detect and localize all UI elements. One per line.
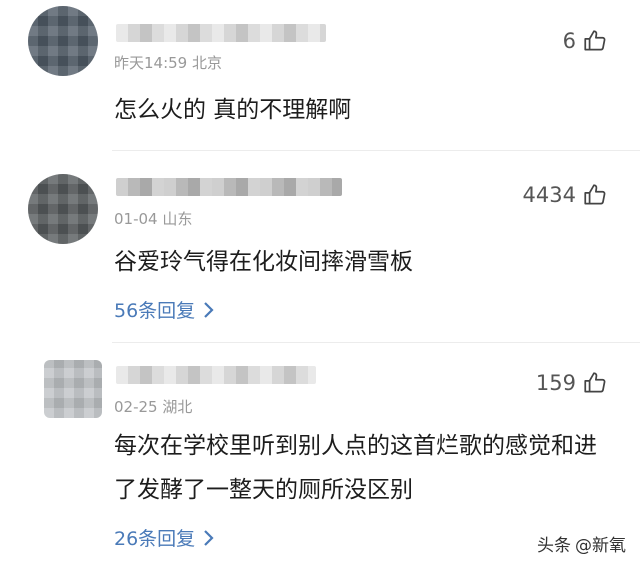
avatar[interactable] bbox=[44, 360, 102, 418]
comment-text: 谷爱玲气得在化妆间摔滑雪板 bbox=[114, 249, 413, 275]
like-button[interactable]: 6 bbox=[563, 28, 608, 54]
comment-time: 01-04 bbox=[114, 210, 158, 228]
watermark-source: 头条 bbox=[537, 536, 571, 556]
chevron-right-icon bbox=[204, 529, 214, 546]
avatar[interactable] bbox=[28, 174, 98, 244]
divider bbox=[112, 342, 640, 343]
thumbs-up-icon bbox=[584, 372, 606, 393]
comment-meta: 01-04 山东 bbox=[114, 208, 192, 229]
view-replies-link[interactable]: 26条回复 bbox=[114, 524, 215, 551]
comment-item: 01-04 山东 4434 谷爱玲气得在化妆间摔滑雪板 56条回复 bbox=[0, 152, 640, 342]
thumbs-up-icon bbox=[584, 30, 606, 51]
comment-text: 每次在学校里听到别人点的这首烂歌的感觉和进了发酵了一整天的厕所没区别 bbox=[114, 433, 597, 503]
avatar[interactable] bbox=[28, 6, 98, 76]
like-count: 4434 bbox=[522, 183, 576, 207]
comment-location: 北京 bbox=[192, 54, 223, 72]
comment-meta: 02-25 湖北 bbox=[114, 396, 192, 417]
comment-time: 02-25 bbox=[114, 398, 158, 416]
like-count: 6 bbox=[562, 29, 576, 53]
comment-text: 怎么火的 真的不理解啊 bbox=[114, 97, 352, 123]
watermark-account: @新氧 bbox=[575, 536, 626, 556]
nickname-blurred[interactable] bbox=[116, 366, 316, 384]
comment-meta: 昨天14:59 北京 bbox=[114, 52, 222, 73]
nickname-blurred[interactable] bbox=[116, 24, 326, 42]
replies-count: 26条回复 bbox=[114, 528, 196, 550]
nickname-blurred[interactable] bbox=[116, 178, 342, 196]
divider bbox=[112, 150, 640, 151]
chevron-right-icon bbox=[204, 301, 214, 318]
comment-time: 昨天14:59 bbox=[114, 54, 188, 72]
view-replies-link[interactable]: 56条回复 bbox=[114, 296, 215, 323]
like-button[interactable]: 159 bbox=[536, 370, 608, 396]
like-count: 159 bbox=[535, 371, 576, 395]
comment-item: 昨天14:59 北京 6 怎么火的 真的不理解啊 bbox=[0, 0, 640, 150]
comment-location: 山东 bbox=[162, 210, 193, 228]
watermark: 头条 @新氧 bbox=[537, 531, 626, 556]
replies-count: 56条回复 bbox=[114, 300, 196, 322]
thumbs-up-icon bbox=[584, 184, 606, 205]
like-button[interactable]: 4434 bbox=[523, 182, 608, 208]
comment-location: 湖北 bbox=[162, 398, 193, 416]
